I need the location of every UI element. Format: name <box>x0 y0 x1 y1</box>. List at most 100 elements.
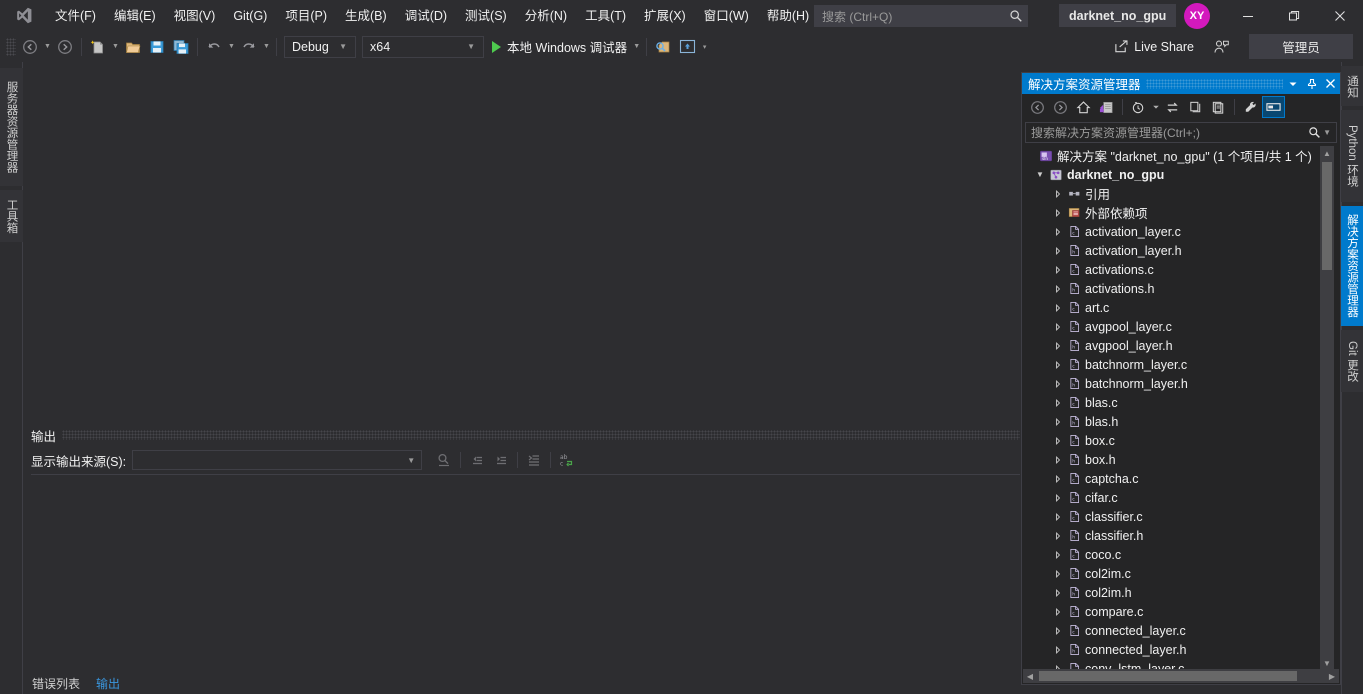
output-panel-grip[interactable] <box>62 430 1020 440</box>
solution-explorer-grip[interactable] <box>1145 78 1283 89</box>
expander-icon[interactable] <box>1051 417 1065 426</box>
tree-node[interactable]: h box.h <box>1023 450 1325 469</box>
window-layout-icon[interactable] <box>675 35 699 59</box>
tree-node[interactable]: c compare.c <box>1023 602 1325 621</box>
menu-item-help[interactable]: 帮助(H) <box>758 4 818 28</box>
scroll-up-icon[interactable]: ▲ <box>1320 146 1334 160</box>
save-icon[interactable] <box>145 35 169 59</box>
menu-item-git[interactable]: Git(G) <box>224 4 276 28</box>
menu-item-file[interactable]: 文件(F) <box>46 4 105 28</box>
expander-icon[interactable] <box>1051 645 1065 654</box>
avatar[interactable]: XY <box>1184 3 1210 29</box>
solution-explorer-tree[interactable]: sln 解决方案 "darknet_no_gpu" (1 个项目/共 1 个) … <box>1023 146 1325 670</box>
menu-item-test[interactable]: 测试(S) <box>456 4 516 28</box>
start-debugging-dropdown-icon[interactable]: ▼ <box>631 43 642 50</box>
new-item-dropdown-icon[interactable]: ▼ <box>110 43 121 50</box>
tree-node[interactable]: c avgpool_layer.c <box>1023 317 1325 336</box>
tree-node[interactable]: c classifier.c <box>1023 507 1325 526</box>
solution-explorer-search-input[interactable]: 搜索解决方案资源管理器(Ctrl+;) ▼ <box>1025 122 1337 143</box>
live-share-button[interactable]: Live Share <box>1108 35 1200 58</box>
expander-icon[interactable] <box>1051 379 1065 388</box>
collapse-all-icon[interactable] <box>1207 96 1230 118</box>
preview-selected-items-icon[interactable] <box>1262 96 1285 118</box>
sidebar-item-server-explorer[interactable]: 服务器资源管理器 <box>0 68 23 186</box>
expander-icon[interactable] <box>1051 189 1065 198</box>
menu-item-analyze[interactable]: 分析(N) <box>516 4 576 28</box>
expander-icon[interactable] <box>1051 246 1065 255</box>
tree-node[interactable]: c col2im.c <box>1023 564 1325 583</box>
expander-icon[interactable] <box>1051 474 1065 483</box>
find-in-files-icon[interactable] <box>651 35 675 59</box>
close-icon[interactable] <box>1321 73 1340 94</box>
scroll-thumb[interactable] <box>1322 162 1332 270</box>
expander-icon[interactable] <box>1051 208 1065 217</box>
maximize-button[interactable] <box>1271 0 1317 31</box>
toolbar-grip[interactable] <box>6 37 16 56</box>
scroll-right-icon[interactable]: ▶ <box>1325 669 1339 683</box>
toggle-word-wrap-icon[interactable]: ab c <box>555 449 579 471</box>
tab-output[interactable]: 输出 <box>88 672 129 694</box>
expander-icon[interactable] <box>1051 512 1065 521</box>
expander-icon[interactable] <box>1051 398 1065 407</box>
expander-icon[interactable] <box>1051 284 1065 293</box>
switch-views-icon[interactable] <box>1095 96 1118 118</box>
sidebar-item-python-environments[interactable]: Python 环境 <box>1341 110 1363 202</box>
start-debugging-button[interactable]: 本地 Windows 调试器 <box>487 35 631 59</box>
menu-item-edit[interactable]: 编辑(E) <box>105 4 165 28</box>
scroll-down-icon[interactable]: ▼ <box>1320 656 1334 670</box>
menu-item-project[interactable]: 项目(P) <box>276 4 336 28</box>
expander-icon[interactable]: ▼ <box>1033 170 1047 179</box>
undo-dropdown-icon[interactable]: ▼ <box>226 43 237 50</box>
open-file-icon[interactable] <box>121 35 145 59</box>
back-dropdown-icon[interactable]: ▼ <box>42 43 53 50</box>
save-all-icon[interactable] <box>169 35 193 59</box>
tree-node[interactable]: c captcha.c <box>1023 469 1325 488</box>
solution-platform-select[interactable]: x64 ▼ <box>362 35 484 58</box>
navigate-back-icon[interactable] <box>1026 96 1049 118</box>
find-message-icon[interactable] <box>432 449 456 471</box>
expander-icon[interactable] <box>1051 303 1065 312</box>
menu-item-build[interactable]: 生成(B) <box>336 4 396 28</box>
tree-node[interactable]: h blas.h <box>1023 412 1325 431</box>
expander-icon[interactable] <box>1051 322 1065 331</box>
redo-dropdown-icon[interactable]: ▼ <box>261 43 272 50</box>
tree-node[interactable]: c box.c <box>1023 431 1325 450</box>
expander-icon[interactable] <box>1051 493 1065 502</box>
expander-icon[interactable] <box>1051 360 1065 369</box>
pin-icon[interactable] <box>1302 73 1321 94</box>
scroll-left-icon[interactable]: ◀ <box>1023 669 1037 683</box>
new-item-icon[interactable] <box>86 35 110 59</box>
expander-icon[interactable] <box>1051 341 1065 350</box>
sync-with-active-document-icon[interactable] <box>1161 96 1184 118</box>
minimize-button[interactable] <box>1225 0 1271 31</box>
navigate-forward-icon[interactable] <box>53 35 77 59</box>
tree-node-solution[interactable]: sln 解决方案 "darknet_no_gpu" (1 个项目/共 1 个) <box>1023 146 1325 165</box>
undo-icon[interactable] <box>202 35 226 59</box>
quick-search-box[interactable]: 搜索 (Ctrl+Q) <box>814 5 1028 27</box>
tree-node[interactable]: 外部依赖项 <box>1023 203 1325 222</box>
tree-node[interactable]: h classifier.h <box>1023 526 1325 545</box>
output-source-select[interactable]: ▼ <box>132 450 423 470</box>
expander-icon[interactable] <box>1051 436 1065 445</box>
home-icon[interactable] <box>1072 96 1095 118</box>
solution-explorer-vertical-scrollbar[interactable]: ▲ ▼ <box>1320 146 1334 670</box>
tree-node[interactable]: h avgpool_layer.h <box>1023 336 1325 355</box>
tree-node[interactable]: h batchnorm_layer.h <box>1023 374 1325 393</box>
clear-all-icon[interactable] <box>522 449 546 471</box>
expander-icon[interactable] <box>1051 626 1065 635</box>
filter-dropdown-icon[interactable] <box>1150 96 1161 118</box>
tree-node[interactable]: c cifar.c <box>1023 488 1325 507</box>
output-text-area[interactable] <box>31 474 1020 683</box>
tree-node[interactable]: c blas.c <box>1023 393 1325 412</box>
tree-node[interactable]: c art.c <box>1023 298 1325 317</box>
refresh-icon[interactable] <box>1184 96 1207 118</box>
close-button[interactable] <box>1317 0 1363 31</box>
chevron-down-icon[interactable] <box>1283 73 1302 94</box>
scroll-thumb[interactable] <box>1039 671 1297 681</box>
solution-name-badge[interactable]: darknet_no_gpu <box>1059 4 1177 27</box>
tree-node[interactable]: 引用 <box>1023 184 1325 203</box>
expander-icon[interactable] <box>1051 588 1065 597</box>
menu-item-view[interactable]: 视图(V) <box>165 4 225 28</box>
expander-icon[interactable] <box>1051 550 1065 559</box>
navigate-back-icon[interactable] <box>18 35 42 59</box>
